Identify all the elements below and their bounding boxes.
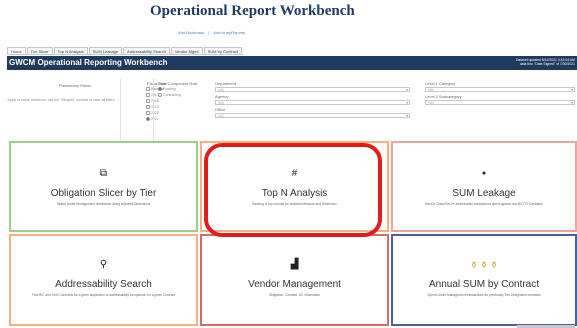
dashboard-title: GWCM Operational Reporting Workbench [9,58,168,67]
tile-title: Vendor Management [248,279,341,290]
addressability-search-tile[interactable]: ⚲ Addressability Search Find BIC and Tie… [9,234,198,326]
level2-subcategory-label: Level 2 Subcategory [425,94,462,99]
tile-description: Obligation, Contract, DC information [268,293,321,297]
office-dropdown[interactable]: (All) [215,113,410,118]
subtitle-links: Add Bookmark | Add to myReports [178,30,248,35]
component-role-option[interactable]: Contracting [158,93,181,97]
tab-addressability-search[interactable]: Addressability Search [123,47,170,54]
add-to-myreports-link[interactable]: Add to myReports [213,30,245,35]
tab-tier-slicer[interactable]: Tier Slicer [26,47,53,54]
agency-label: Agency [215,94,229,99]
filter-divider [153,79,154,149]
tile-description: Find BIC and Tier2 Contracts for a given… [32,293,175,297]
preliminary-filters-label: Preliminary Filters [59,83,92,88]
office-label: Office [215,107,226,112]
tile-description: Best in Class/Tier 2+ addressable transa… [425,202,543,206]
dataset-thru-text: data thru "Date Signed" of 7/30/2021 [519,62,575,67]
tab-vendor-mgmt[interactable]: Vendor Mgmt [170,47,203,54]
department-label: Department [215,81,236,86]
drop-icon: ● [481,170,487,177]
level2-subcategory-dropdown[interactable]: (All) [425,100,575,105]
obligation-slicer-tile[interactable]: ⧉ Obligation Slicer by Tier Spend Under … [9,141,198,232]
department-dropdown[interactable]: (All) [215,87,410,92]
tab-top-n-analysis[interactable]: Top N Analysis [53,47,88,54]
agency-dropdown[interactable]: (All) [215,100,410,105]
tile-description: Spend Under Management transactions for … [427,293,541,297]
page-title: Operational Report Workbench [150,3,355,19]
tile-title: Annual SUM by Contract [428,279,540,290]
tile-title: Addressability Search [55,279,152,290]
highlight-annotation [204,143,382,237]
tile-description: Spend Under Management distribution alon… [56,202,151,206]
component-role-option-selected[interactable]: Funding [158,87,176,91]
vendor-management-tile[interactable]: ▟ Vendor Management Obligation, Contract… [200,234,389,326]
medals-icon: ⚱ ⚱ ⚱ [470,260,498,270]
sum-leakage-tile[interactable]: ● SUM Leakage Best in Class/Tier 2+ addr… [391,141,577,232]
annual-sum-by-contract-tile[interactable]: ⚱ ⚱ ⚱ Annual SUM by Contract Spend Under… [391,234,577,326]
tile-title: SUM Leakage [452,188,516,199]
level1-category-dropdown[interactable]: (All) [425,87,575,92]
tab-sum-leakage[interactable]: SUM Leakage [88,47,123,54]
dashboard-header: GWCM Operational Reporting Workbench Dat… [7,56,577,70]
component-role-label: Data Component Role [158,81,198,86]
tab-home[interactable]: Home [7,47,26,54]
filter-divider [120,79,121,149]
key-icon: ⚲ [99,259,108,270]
level1-category-label: Level 1 Category [425,81,456,86]
tile-title: Obligation Slicer by Tier [50,188,157,199]
link-separator: | [208,30,210,35]
slicer-icon: ⧉ [99,168,108,179]
factory-icon: ▟ [290,259,299,270]
preliminary-filters-note: Apply to entire workbook; use the "Rexpo… [7,98,115,102]
tab-bar: Home Tier Slicer Top N Analysis SUM Leak… [7,47,244,55]
dataset-status: Dataset updated 8/12/2021 4:42:04 AM dat… [516,58,575,66]
add-bookmark-link[interactable]: Add Bookmark [178,30,204,35]
tab-sum-by-contract[interactable]: SUM by Contract [203,47,243,54]
